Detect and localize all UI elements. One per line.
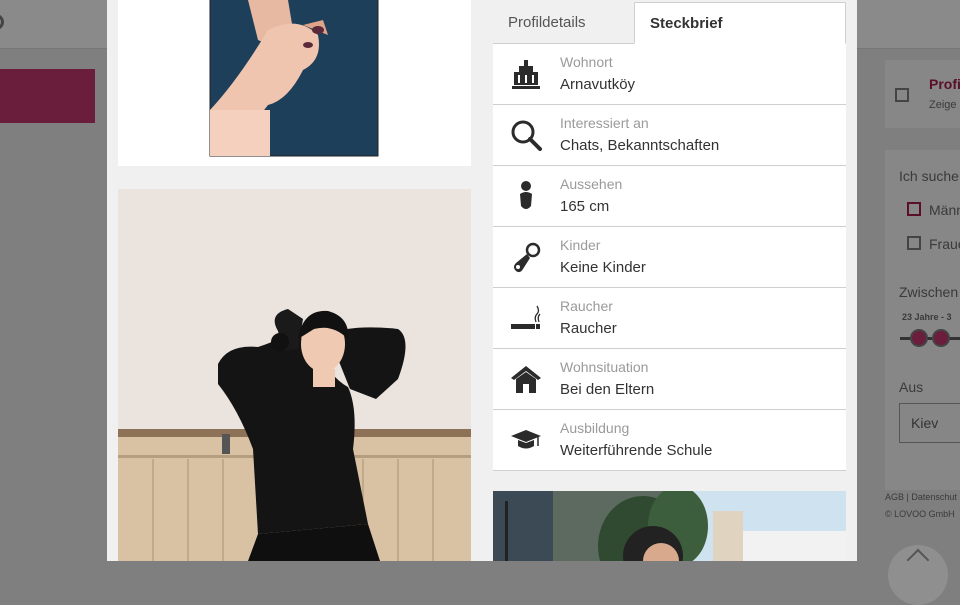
education-value: Weiterführende Schule [560,442,713,459]
living-situation-label: Wohnsituation [560,359,649,375]
footer-copyright: © LOVOO GmbH [885,509,955,519]
tab-steckbrief[interactable]: Steckbrief [634,2,846,44]
profile-photo-2[interactable] [118,189,471,561]
profile-details-panel: Profildetails Steckbrief Wohnort Arnavut… [493,2,846,471]
profile-photo-2-image [118,189,471,561]
children-value: Keine Kinder [560,259,646,276]
age-range-text: 23 Jahre - 3 [902,312,952,322]
children-label: Kinder [560,237,601,253]
smoker-value: Raucher [560,320,617,337]
list-item-smoker: Raucher Raucher [493,288,846,349]
education-label: Ausbildung [560,420,630,436]
women-checkbox[interactable] [907,236,921,250]
interests-value: Chats, Bekanntschaften [560,137,720,154]
list-item-interests: Interessiert an Chats, Bekanntschaften [493,105,846,166]
profile-link-subtitle: Zeige [929,99,957,111]
footer-links[interactable]: AGB | Datenschut [885,492,957,502]
background-accent-button[interactable] [0,69,95,123]
residence-value: Arnavutköy [560,76,636,93]
profile-photo-1[interactable] [118,0,471,166]
men-checkbox[interactable] [907,202,921,216]
appearance-value: 165 cm [560,198,610,215]
pacifier-icon [509,240,543,274]
age-slider-max-handle[interactable] [932,329,950,347]
city-building-icon [509,57,543,91]
residence-label: Wohnort [560,54,613,70]
living-situation-value: Bei den Eltern [560,381,655,398]
tab-profildetails[interactable]: Profildetails [493,2,634,43]
appearance-label: Aussehen [560,176,623,192]
list-item-living-situation: Wohnsituation Bei den Eltern [493,349,846,410]
graduation-cap-icon [509,423,543,457]
profile-checkbox[interactable] [895,88,909,102]
list-item-education: Ausbildung Weiterführende Schule [493,410,846,471]
profile-tabs: Profildetails Steckbrief [493,2,846,44]
profile-photo-1-image [209,0,379,157]
men-option-label: Männ [929,202,960,218]
logo-icon [0,14,4,30]
age-slider-track[interactable] [900,337,960,340]
person-silhouette-icon [509,179,543,213]
background-profile-card: Profi Zeige [885,60,960,128]
profile-photo-3[interactable] [493,491,846,561]
age-label: Zwischen [899,284,959,300]
from-label: Aus [899,379,924,395]
smoker-label: Raucher [560,298,613,314]
city-select[interactable]: Kiev [899,403,960,443]
list-item-residence: Wohnort Arnavutköy [493,44,846,105]
women-option-label: Fraue [929,236,960,252]
list-item-children: Kinder Keine Kinder [493,227,846,288]
age-slider-min-handle[interactable] [910,329,928,347]
list-item-appearance: Aussehen 165 cm [493,166,846,227]
profile-photo-3-image [493,491,846,561]
city-select-value: Kiev [911,415,939,431]
profile-link[interactable]: Profi [929,76,960,92]
profile-attributes-list: Wohnort Arnavutköy Interessiert an Chats… [493,44,846,471]
house-icon [509,362,543,396]
cigarette-icon [509,301,543,335]
search-label: Ich suche [899,168,959,184]
profile-modal: Profildetails Steckbrief Wohnort Arnavut… [107,0,857,561]
magnifier-icon [509,118,543,152]
interests-label: Interessiert an [560,115,649,131]
